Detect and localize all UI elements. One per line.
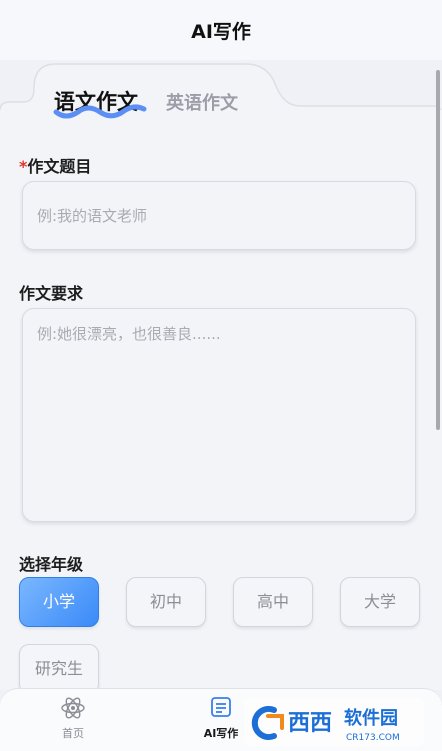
watermark-domain: CR173.COM xyxy=(346,733,400,743)
watermark-text: 软件园 xyxy=(344,707,398,729)
tab-english-essay[interactable]: 英语作文 xyxy=(166,89,238,115)
requirements-textarea[interactable] xyxy=(22,308,416,522)
grade-option-university[interactable]: 大学 xyxy=(340,577,420,627)
topic-label: *作文题目 xyxy=(19,157,92,176)
atom-icon xyxy=(61,697,85,719)
top-bar: AI写作 xyxy=(0,0,442,60)
grade-option-junior[interactable]: 初中 xyxy=(126,577,206,627)
document-list-icon xyxy=(211,697,231,717)
grade-label: 选择年级 xyxy=(19,555,84,574)
grade-option-graduate[interactable]: 研究生 xyxy=(19,644,99,694)
nav-item-home[interactable]: 首页 xyxy=(33,689,113,751)
tab-active-underline xyxy=(53,104,147,119)
requirements-label: 作文要求 xyxy=(19,284,84,303)
watermark-brand: 西西 xyxy=(288,711,332,736)
page-title: AI写作 xyxy=(191,21,251,43)
watermark-logo: 西西 软件园 CR173.COM xyxy=(244,698,424,746)
scrollbar[interactable] xyxy=(436,70,440,430)
grade-option-senior[interactable]: 高中 xyxy=(233,577,313,627)
nav-label-home: 首页 xyxy=(62,727,84,740)
topic-input[interactable] xyxy=(22,181,416,250)
grade-option-primary[interactable]: 小学 xyxy=(19,577,99,627)
